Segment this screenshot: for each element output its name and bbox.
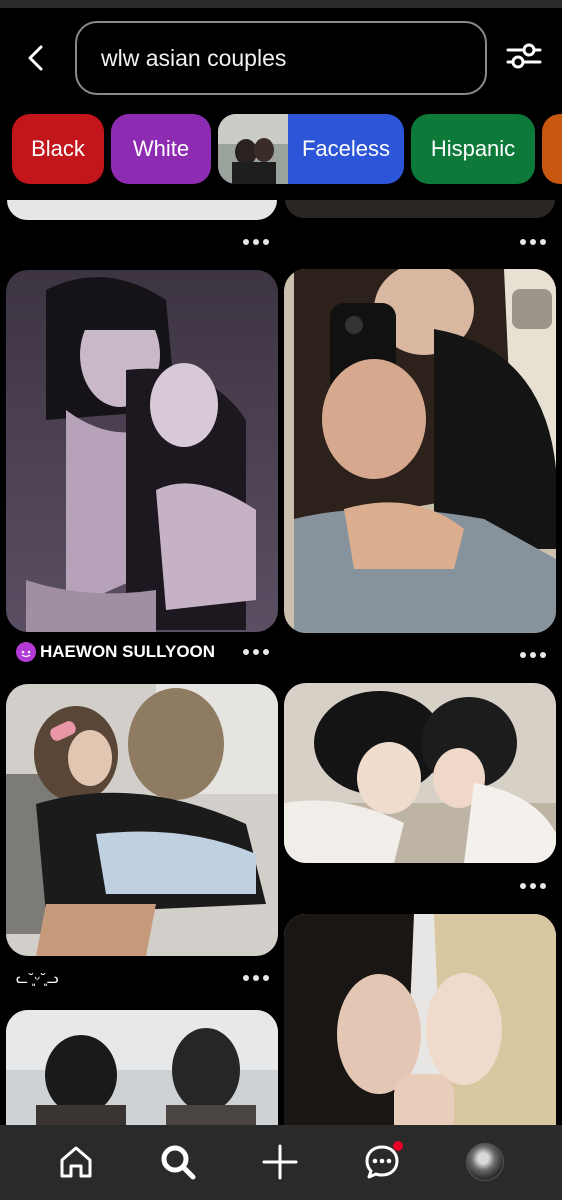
chip-hispanic[interactable]: Hispanic: [411, 114, 535, 184]
chip-label: Black: [31, 136, 85, 161]
pin-photo: [284, 269, 556, 633]
pin-image[interactable]: [284, 683, 556, 863]
chip-more[interactable]: [542, 114, 562, 184]
pin-more-button[interactable]: [520, 232, 546, 252]
pin-more-button[interactable]: [243, 232, 269, 252]
chip-black[interactable]: Black: [12, 114, 104, 184]
pin-image[interactable]: [6, 270, 278, 632]
search-query-text: wlw asian couples: [101, 44, 287, 71]
pin-caption-text: HAEWON SULLYOON: [40, 642, 216, 661]
pin-caption[interactable]: ᓚ˘͈ᵕ˘͈ᓗ: [16, 970, 59, 987]
search-input[interactable]: wlw asian couples: [75, 21, 487, 95]
search-icon: [161, 1145, 196, 1180]
pin-more-button[interactable]: [243, 968, 269, 988]
plus-icon: [262, 1144, 298, 1180]
pin-image[interactable]: [284, 914, 556, 1154]
pin-photo: [284, 683, 556, 863]
pin-caption[interactable]: HAEWON SULLYOON: [16, 642, 215, 662]
nav-create[interactable]: [257, 1139, 303, 1185]
pin-photo: [6, 270, 278, 632]
pin-more-button[interactable]: [520, 645, 546, 665]
nav-home[interactable]: [53, 1139, 99, 1185]
pin-caption-text: ᓚ˘͈ᵕ˘͈ᓗ: [16, 970, 60, 986]
notification-dot: [393, 1141, 403, 1151]
chip-label: Faceless: [301, 136, 391, 161]
chip-white[interactable]: White: [111, 114, 211, 184]
nav-messages[interactable]: [359, 1139, 405, 1185]
bottom-navigation: [0, 1125, 562, 1200]
home-icon: [60, 1146, 92, 1178]
chip-faceless[interactable]: Faceless: [218, 114, 404, 184]
status-strip: [0, 0, 562, 8]
filter-sliders-icon: [506, 43, 542, 69]
back-button[interactable]: [18, 40, 54, 76]
chip-label: Hispanic: [430, 136, 516, 161]
chip-thumbnail-image: [218, 114, 288, 184]
devil-emoji-icon: [16, 642, 36, 662]
nav-search[interactable]: [155, 1139, 201, 1185]
pin-more-button[interactable]: [520, 876, 546, 896]
pin-photo: [284, 914, 556, 1154]
pin-more-button[interactable]: [243, 642, 269, 662]
search-header: wlw asian couples Black White Faceless H…: [0, 8, 562, 200]
pin-photo: [6, 684, 278, 956]
category-chips: Black White Faceless Hispanic: [0, 114, 562, 184]
pin-image[interactable]: [284, 269, 556, 633]
chip-label: White: [132, 136, 190, 161]
avatar: [466, 1143, 504, 1181]
nav-profile[interactable]: [462, 1139, 508, 1185]
filter-button[interactable]: [504, 36, 544, 76]
pin-image[interactable]: [6, 684, 278, 956]
back-arrow-icon: [28, 45, 43, 71]
